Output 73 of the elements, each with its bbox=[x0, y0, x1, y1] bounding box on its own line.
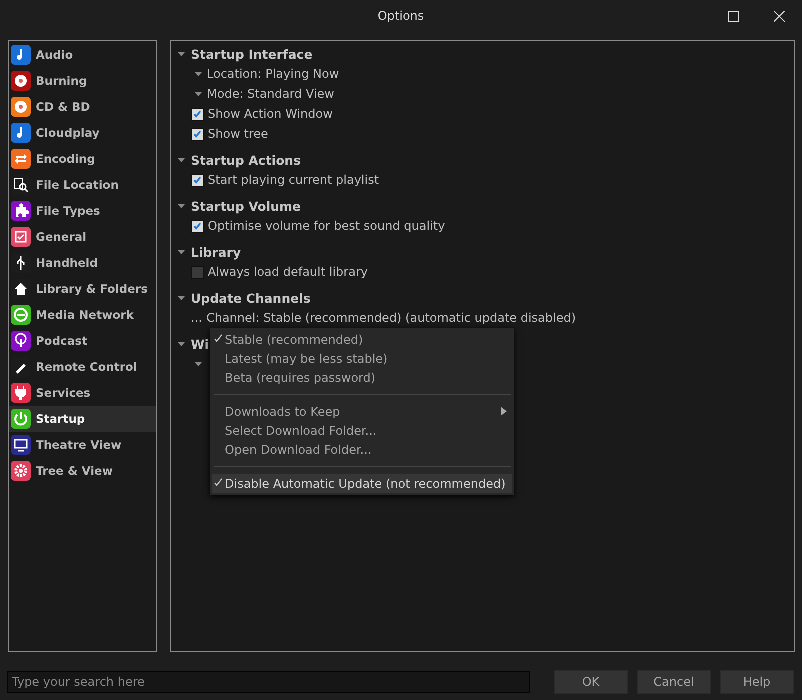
checkbox-label: Show tree bbox=[208, 127, 268, 141]
checkbox[interactable] bbox=[191, 174, 204, 186]
maximize-icon[interactable] bbox=[728, 10, 738, 22]
search-field[interactable]: Type your search here bbox=[7, 671, 530, 693]
sidebar-item[interactable]: Handheld bbox=[9, 250, 156, 276]
sidebar-item[interactable]: Burning bbox=[9, 68, 156, 94]
music-note-icon bbox=[11, 123, 31, 143]
expand-arrow-icon[interactable] bbox=[177, 156, 186, 164]
menu-item[interactable]: Latest (may be less stable) bbox=[212, 349, 512, 368]
checkbox[interactable] bbox=[191, 220, 204, 232]
music-note-icon bbox=[11, 45, 31, 65]
dropdown-option[interactable]: Location: Playing Now bbox=[207, 67, 340, 81]
sidebar-item[interactable]: Services bbox=[9, 380, 156, 406]
menu-item[interactable]: Downloads to Keep bbox=[212, 402, 512, 421]
sidebar-item[interactable]: Cloudplay bbox=[9, 120, 156, 146]
sidebar-item[interactable]: Tree & View bbox=[9, 458, 156, 484]
plug-icon bbox=[11, 383, 31, 403]
section-heading: Startup Actions bbox=[191, 152, 302, 168]
check-icon bbox=[214, 478, 223, 487]
puzzle-icon bbox=[11, 201, 31, 221]
check-icon bbox=[214, 334, 223, 343]
window-title: Options bbox=[378, 9, 424, 23]
sidebar-item[interactable]: Startup bbox=[9, 406, 156, 432]
podcast-icon bbox=[11, 331, 31, 351]
channel-option[interactable]: Channel: Stable (recommended) (automatic update disabled) bbox=[206, 311, 576, 325]
dropdown-option[interactable]: Mode: Standard View bbox=[207, 87, 334, 101]
sidebar-item[interactable]: General bbox=[9, 224, 156, 250]
sidebar-item[interactable]: Encoding bbox=[9, 146, 156, 172]
menu-item[interactable]: Stable (recommended) bbox=[212, 330, 512, 349]
close-icon[interactable] bbox=[774, 10, 784, 22]
checkbox[interactable] bbox=[191, 128, 204, 140]
sidebar-item[interactable]: File Location bbox=[9, 172, 156, 198]
checkbox-label: Show Action Window bbox=[208, 107, 333, 121]
expand-arrow-icon[interactable] bbox=[177, 50, 186, 58]
sidebar-item[interactable]: File Types bbox=[9, 198, 156, 224]
ellipsis-marker[interactable]: ... bbox=[191, 311, 202, 325]
expand-arrow-icon[interactable] bbox=[194, 70, 203, 78]
section-heading: Library bbox=[191, 244, 242, 260]
dialog-button[interactable]: Help bbox=[720, 670, 794, 694]
sidebar-item[interactable]: Remote Control bbox=[9, 354, 156, 380]
expand-arrow-icon[interactable] bbox=[194, 360, 203, 368]
checkbox-icon bbox=[11, 227, 31, 247]
expand-arrow-icon[interactable] bbox=[177, 248, 186, 256]
checkbox-label: Start playing current playlist bbox=[208, 173, 380, 187]
sidebar-item[interactable]: Library & Folders bbox=[9, 276, 156, 302]
sidebar-item[interactable]: Audio bbox=[9, 42, 156, 68]
submenu-arrow-icon bbox=[501, 407, 507, 416]
dialog-button[interactable]: OK bbox=[554, 670, 628, 694]
menu-item[interactable]: Beta (requires password) bbox=[212, 368, 512, 387]
menu-item[interactable]: Select Download Folder... bbox=[212, 421, 512, 440]
gear-icon bbox=[11, 461, 31, 481]
checkbox-label: Optimise volume for best sound quality bbox=[208, 219, 446, 233]
expand-arrow-icon[interactable] bbox=[177, 340, 186, 348]
menu-item[interactable]: Open Download Folder... bbox=[212, 440, 512, 459]
expand-arrow-icon[interactable] bbox=[194, 90, 203, 98]
arrows-icon bbox=[11, 149, 31, 169]
section-heading: Startup Volume bbox=[191, 198, 302, 214]
expand-arrow-icon[interactable] bbox=[177, 294, 186, 302]
checkbox-label: Always load default library bbox=[208, 265, 368, 279]
monitor-icon bbox=[11, 435, 31, 455]
sidebar-item[interactable]: Podcast bbox=[9, 328, 156, 354]
checkbox[interactable] bbox=[191, 108, 204, 120]
power-icon bbox=[11, 409, 31, 429]
section-heading: Update Channels bbox=[191, 290, 311, 306]
sidebar-item[interactable]: CD & BD bbox=[9, 94, 156, 120]
checkbox[interactable] bbox=[191, 266, 204, 278]
sidebar-item[interactable]: Theatre View bbox=[9, 432, 156, 458]
section-heading: Wi bbox=[191, 336, 210, 352]
dialog-button[interactable]: Cancel bbox=[637, 670, 711, 694]
section-heading: Startup Interface bbox=[191, 46, 313, 62]
sidebar-item[interactable]: Media Network bbox=[9, 302, 156, 328]
expand-arrow-icon[interactable] bbox=[177, 202, 186, 210]
menu-item[interactable]: Disable Automatic Update (not recommended) bbox=[212, 474, 512, 493]
